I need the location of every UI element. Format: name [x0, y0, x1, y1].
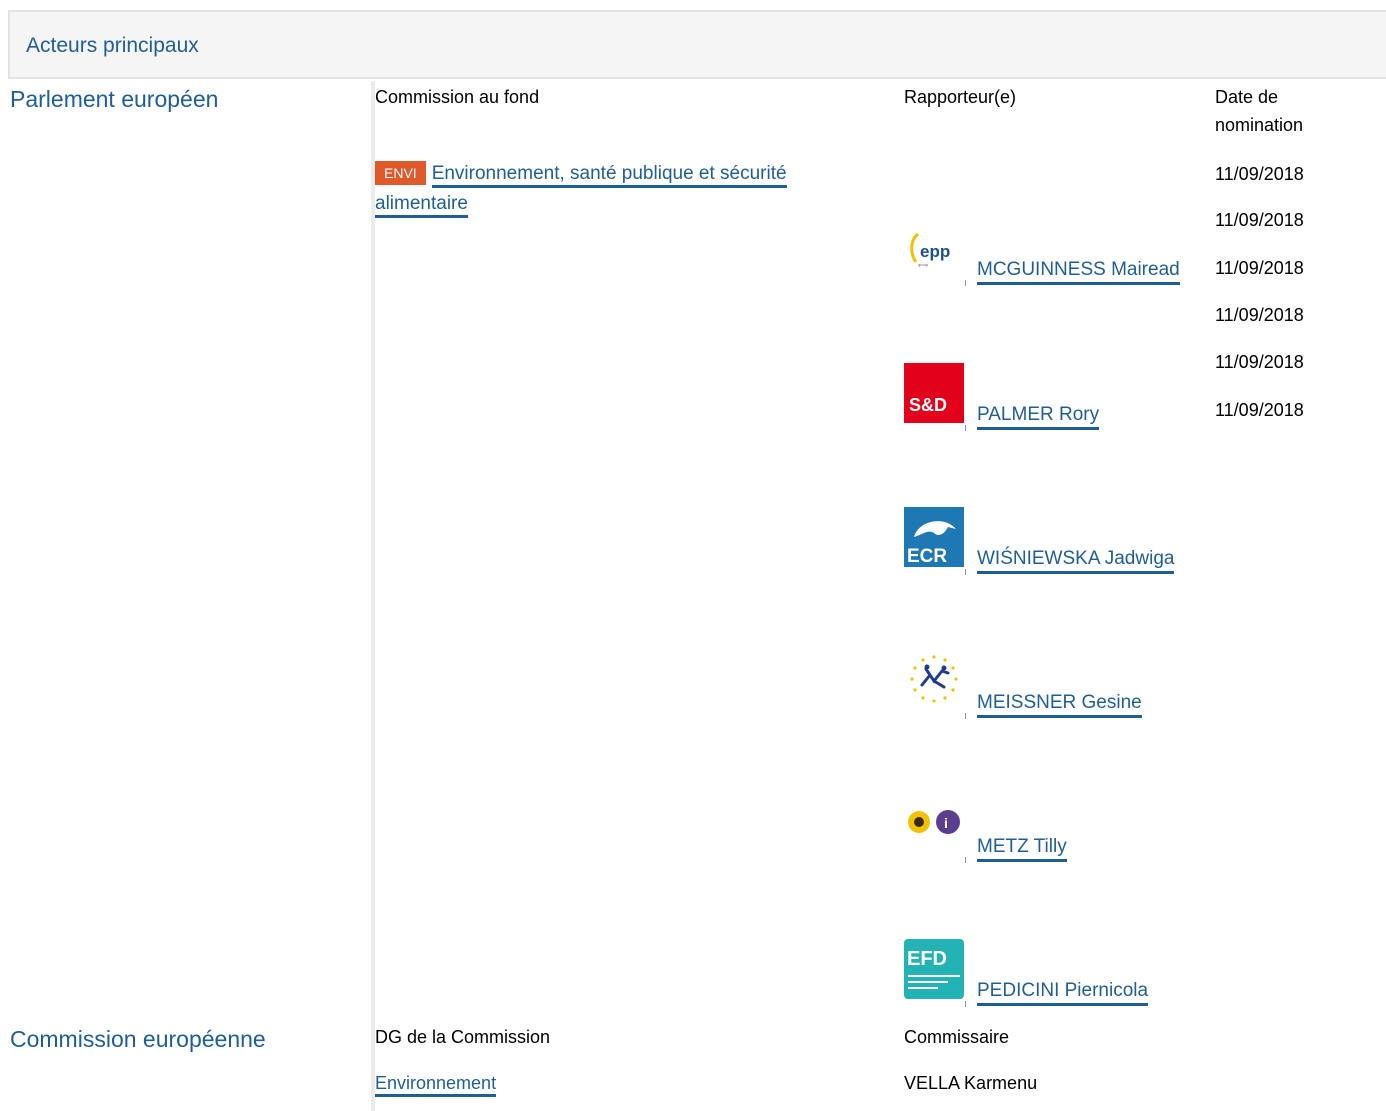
efdd-logo-icon: EFD	[904, 939, 964, 999]
rapporteur-header: Rapporteur(e)	[904, 87, 1017, 107]
svg-text:i: i	[944, 815, 948, 831]
date-header: Date de nomination	[1215, 83, 1303, 139]
epp-logo-icon: epp group	[904, 218, 964, 278]
alde-logo-icon	[904, 651, 964, 711]
committee-header: Commission au fond	[375, 87, 540, 107]
svg-text:ECR: ECR	[907, 546, 947, 567]
svg-text:epp: epp	[920, 242, 950, 261]
committee-link[interactable]: Environnement, santé publique et sécurit…	[375, 163, 787, 218]
commission-label: Commission européenne	[10, 1026, 266, 1052]
nomination-date: 11/09/2018	[1215, 258, 1304, 278]
nomination-date: 11/09/2018	[1215, 164, 1304, 184]
rapporteur-entry: S&D PALMER Rory	[904, 363, 1224, 433]
dg-link[interactable]: Environnement	[375, 1073, 497, 1097]
rapporteur-link[interactable]: PEDICINI Piernicola	[977, 980, 1149, 1006]
nomination-date: 11/09/2018	[1215, 352, 1304, 372]
rapporteur-entry: ECR WIŚNIEWSKA Jadwiga	[904, 507, 1224, 577]
commissioner-name: VELLA Karmenu	[904, 1073, 1038, 1093]
nomination-date: 11/09/2018	[1215, 210, 1304, 230]
svg-text:S&D: S&D	[909, 395, 947, 415]
separator-mark	[965, 1001, 966, 1007]
section-header: Acteurs principaux	[8, 10, 1386, 79]
parliament-label: Parlement européen	[10, 86, 219, 112]
sd-logo-icon: S&D	[904, 363, 964, 423]
svg-text:group: group	[918, 262, 929, 267]
nomination-date: 11/09/2018	[1215, 400, 1304, 420]
rapporteur-link[interactable]: MCGUINNESS Mairead	[977, 259, 1180, 285]
rapporteur-entry: EFD PEDICINI Piernicola	[904, 939, 1224, 1009]
date-header-line1: Date de	[1215, 87, 1279, 107]
committee-code-badge: ENVI	[375, 161, 426, 185]
separator-mark	[965, 713, 966, 719]
column-divider	[371, 81, 375, 1111]
greens-efa-logo-icon: i	[904, 795, 964, 855]
rapporteur-entry: epp group MCGUINNESS Mairead	[904, 218, 1224, 288]
rapporteur-link[interactable]: MEISSNER Gesine	[977, 692, 1142, 718]
ecr-logo-icon: ECR	[904, 507, 964, 567]
svg-text:EFD: EFD	[907, 948, 947, 970]
commissioner-header: Commissaire	[904, 1027, 1010, 1047]
rapporteur-link[interactable]: METZ Tilly	[977, 836, 1067, 862]
date-header-line2: nomination	[1215, 115, 1304, 135]
rapporteur-entry: i METZ Tilly	[904, 795, 1224, 865]
rapporteur-link[interactable]: PALMER Rory	[977, 404, 1100, 430]
separator-mark	[965, 280, 966, 286]
dg-header: DG de la Commission	[375, 1027, 551, 1047]
separator-mark	[965, 857, 966, 863]
section-title: Acteurs principaux	[26, 34, 199, 57]
rapporteur-link[interactable]: WIŚNIEWSKA Jadwiga	[977, 548, 1175, 574]
separator-mark	[965, 569, 966, 575]
separator-mark	[965, 425, 966, 431]
dg-entry: Environnement	[375, 1073, 497, 1097]
page: Acteurs principaux Parlement européen Co…	[0, 0, 1386, 1111]
committee-entry: ENVI Environnement, santé publique et séc…	[375, 159, 875, 219]
rapporteur-entry: MEISSNER Gesine	[904, 651, 1224, 721]
nomination-date: 11/09/2018	[1215, 305, 1304, 325]
